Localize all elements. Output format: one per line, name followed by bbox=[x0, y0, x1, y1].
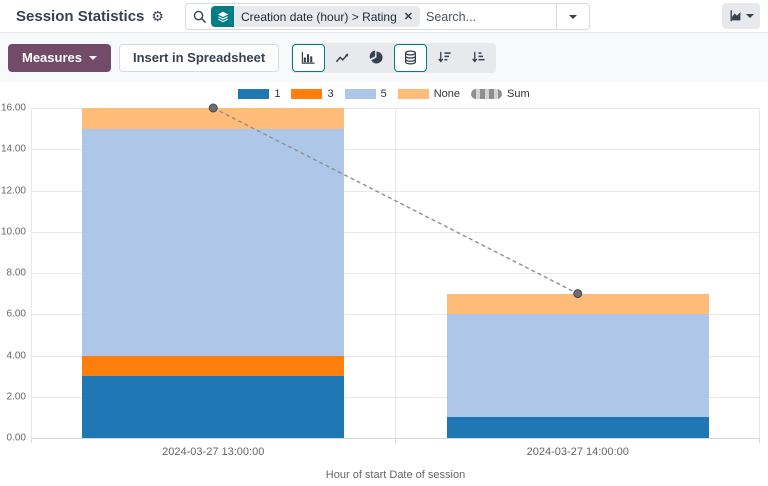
chevron-down-icon bbox=[89, 56, 97, 60]
y-tick-label: 14.00 bbox=[1, 144, 26, 155]
y-tick-label: 16.00 bbox=[1, 103, 26, 114]
groupby-layers-icon bbox=[211, 6, 234, 27]
sort-desc-icon bbox=[437, 50, 452, 65]
y-tick-label: 12.00 bbox=[1, 185, 26, 196]
gear-icon[interactable]: ⚙ bbox=[151, 9, 164, 23]
legend-item[interactable]: None bbox=[398, 88, 460, 100]
stacked-button[interactable] bbox=[394, 44, 427, 72]
legend-swatch bbox=[291, 89, 322, 99]
sort-asc-icon bbox=[471, 50, 486, 65]
insert-label: Insert in Spreadsheet bbox=[133, 50, 265, 65]
legend-swatch bbox=[345, 89, 376, 99]
chevron-down-icon bbox=[569, 15, 577, 19]
search-facet[interactable]: Creation date (hour) > Rating ✕ bbox=[211, 6, 420, 27]
facet-label: Creation date (hour) > Rating bbox=[241, 10, 397, 24]
legend-swatch bbox=[238, 89, 269, 99]
graph-toolbar: Measures Insert in Spreadsheet bbox=[0, 33, 768, 82]
search-options-toggle[interactable] bbox=[556, 4, 589, 29]
y-tick-label: 4.00 bbox=[7, 350, 26, 361]
x-axis-tick bbox=[759, 438, 760, 443]
area-chart-icon bbox=[729, 9, 743, 23]
y-tick-label: 2.00 bbox=[7, 391, 26, 402]
y-tick-label: 0.00 bbox=[7, 433, 26, 444]
control-panel-header: Session Statistics ⚙ Creation date (hour… bbox=[0, 0, 768, 33]
legend-label: None bbox=[434, 88, 460, 100]
breadcrumb: Session Statistics ⚙ bbox=[16, 8, 164, 25]
y-tick-label: 6.00 bbox=[7, 309, 26, 320]
legend-label: 5 bbox=[381, 88, 387, 100]
measures-button[interactable]: Measures bbox=[8, 44, 111, 72]
legend-swatch bbox=[398, 89, 429, 99]
facet-body: Creation date (hour) > Rating ✕ bbox=[234, 6, 420, 27]
chevron-down-icon bbox=[746, 14, 754, 18]
measures-label: Measures bbox=[22, 50, 82, 65]
legend-label: Sum bbox=[507, 88, 530, 100]
sum-line bbox=[31, 108, 760, 438]
x-axis-tick bbox=[31, 438, 32, 443]
legend-label: 1 bbox=[274, 88, 280, 100]
sum-point[interactable] bbox=[574, 290, 582, 298]
x-tick-label: 2024-03-27 14:00:00 bbox=[527, 446, 629, 458]
page-title: Session Statistics bbox=[16, 8, 144, 25]
sort-asc-button[interactable] bbox=[462, 44, 495, 72]
sort-desc-button[interactable] bbox=[428, 44, 461, 72]
legend-item[interactable]: 1 bbox=[238, 88, 280, 100]
x-axis-title: Hour of start Date of session bbox=[326, 469, 465, 481]
insert-in-spreadsheet-button[interactable]: Insert in Spreadsheet bbox=[119, 44, 279, 72]
view-switcher-button[interactable] bbox=[722, 3, 760, 29]
search-icon bbox=[193, 10, 206, 23]
legend-swatch bbox=[471, 89, 502, 99]
search-input[interactable] bbox=[420, 10, 556, 24]
bar-chart-button[interactable] bbox=[292, 44, 325, 72]
legend-item[interactable]: 3 bbox=[291, 88, 333, 100]
graph-view: 1 3 5 None Sum 0.00 2.00 4.00 6.00 8.00 10.00 12.0… bbox=[0, 82, 768, 486]
pie-chart-button[interactable] bbox=[360, 44, 393, 72]
sum-point[interactable] bbox=[209, 104, 217, 112]
y-tick-label: 10.00 bbox=[1, 226, 26, 237]
bar-chart-icon bbox=[301, 50, 316, 65]
line-chart-icon bbox=[335, 50, 350, 65]
chart-legend: 1 3 5 None Sum bbox=[0, 88, 768, 100]
pie-chart-icon bbox=[369, 50, 384, 65]
facet-remove-icon[interactable]: ✕ bbox=[404, 10, 413, 23]
line-chart-button[interactable] bbox=[326, 44, 359, 72]
x-axis-tick bbox=[395, 438, 396, 443]
search-bar[interactable]: Creation date (hour) > Rating ✕ bbox=[185, 3, 590, 30]
stacked-database-icon bbox=[403, 50, 418, 65]
x-tick-label: 2024-03-27 13:00:00 bbox=[162, 446, 264, 458]
legend-item[interactable]: Sum bbox=[471, 88, 530, 100]
chart-type-group bbox=[291, 43, 496, 73]
y-tick-label: 8.00 bbox=[7, 268, 26, 279]
legend-label: 3 bbox=[327, 88, 333, 100]
legend-item[interactable]: 5 bbox=[345, 88, 387, 100]
